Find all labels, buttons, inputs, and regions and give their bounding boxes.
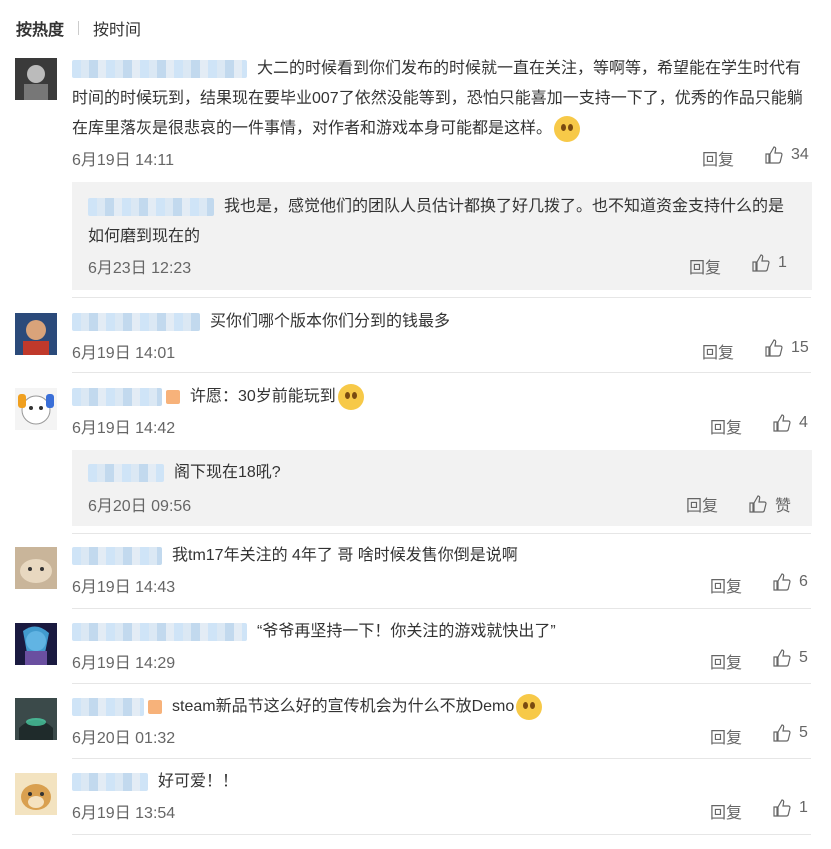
like-count: 4 — [799, 414, 808, 431]
comment-text: 好可爱！！ — [158, 773, 239, 790]
username-blurred[interactable] — [72, 622, 247, 641]
like-count: 6 — [799, 573, 808, 590]
thumbs-up-icon — [773, 724, 791, 742]
comment-text: 许愿：30岁前能玩到 — [190, 388, 336, 405]
avatar[interactable] — [15, 388, 57, 430]
reply-button[interactable]: 回复 — [710, 724, 742, 748]
like-button[interactable]: 1 — [752, 254, 787, 272]
avatar[interactable] — [15, 547, 57, 589]
like-count: 1 — [778, 254, 787, 271]
reply-button[interactable]: 回复 — [686, 492, 718, 516]
comment-item: 我tm17年关注的 4年了 哥 啥时候发售你倒是说啊 6月19日 14:43 回… — [0, 541, 831, 601]
comment-text: 我tm17年关注的 4年了 哥 啥时候发售你倒是说啊 — [172, 547, 518, 564]
like-count: 15 — [791, 339, 809, 356]
divider — [72, 297, 811, 298]
like-button[interactable]: 15 — [765, 339, 809, 357]
sub-reply: 我也是，感觉他们的团队人员估计都换了好几拨了。也不知道资金支持什么的是如何磨到现… — [72, 182, 812, 290]
reply-time: 6月20日 09:56 — [88, 498, 192, 515]
comment-body: 大二的时候看到你们发布的时候就一直在关注，等啊等，希望能在学生时代有时间的时候玩… — [72, 54, 811, 144]
like-count: 5 — [799, 724, 808, 741]
pleading-emoji-icon — [337, 383, 364, 410]
sort-by-hot-tab[interactable]: 按热度 — [16, 16, 64, 40]
reply-button[interactable]: 回复 — [702, 146, 734, 170]
username-blurred[interactable] — [72, 697, 144, 716]
comment-item: 许愿：30岁前能玩到 6月19日 14:42 回复 4 — [0, 382, 831, 442]
comment-time: 6月20日 01:32 — [72, 730, 176, 747]
thumbs-up-icon — [773, 414, 791, 432]
comment-item: 大二的时候看到你们发布的时候就一直在关注，等啊等，希望能在学生时代有时间的时候玩… — [0, 54, 831, 174]
reply-button[interactable]: 回复 — [710, 649, 742, 673]
like-count: 34 — [791, 146, 809, 163]
comment-time: 6月19日 14:01 — [72, 345, 176, 362]
divider — [72, 533, 811, 534]
username-blurred[interactable] — [72, 387, 162, 406]
thumbs-up-icon — [773, 573, 791, 591]
avatar[interactable] — [15, 698, 57, 740]
divider — [72, 372, 811, 373]
reply-button[interactable]: 回复 — [702, 339, 734, 363]
username-blurred[interactable] — [72, 546, 162, 565]
reply-time: 6月23日 12:23 — [88, 260, 192, 277]
comment-time: 6月19日 14:29 — [72, 655, 176, 672]
badge-blurred — [148, 699, 162, 714]
comment-time: 6月19日 14:11 — [72, 152, 174, 169]
like-button[interactable]: 5 — [773, 649, 808, 667]
divider — [72, 683, 811, 684]
thumbs-up-icon — [752, 254, 770, 272]
comment-time: 6月19日 13:54 — [72, 805, 176, 822]
like-button[interactable]: 5 — [773, 724, 808, 742]
comment-text: 买你们哪个版本你们分到的钱最多 — [210, 313, 451, 330]
username-blurred[interactable] — [72, 312, 200, 331]
like-button[interactable]: 34 — [765, 146, 809, 164]
reply-button[interactable]: 回复 — [710, 799, 742, 823]
avatar[interactable] — [15, 313, 57, 355]
comment-text: steam新品节这么好的宣传机会为什么不放Demo — [172, 698, 515, 715]
comment-item: 买你们哪个版本你们分到的钱最多 6月19日 14:01 回复 15 — [0, 307, 831, 367]
smile-emoji-icon — [554, 115, 581, 142]
username-blurred[interactable] — [88, 463, 164, 482]
comment-item: steam新品节这么好的宣传机会为什么不放Demo 6月20日 01:32 回复… — [0, 692, 831, 752]
like-label: 赞 — [775, 498, 792, 515]
username-blurred[interactable] — [72, 772, 148, 791]
thumbs-up-icon — [773, 649, 791, 667]
username-blurred[interactable] — [72, 59, 247, 78]
like-count: 5 — [799, 649, 808, 666]
avatar[interactable] — [15, 773, 57, 815]
sub-reply: 阁下现在18吼? 6月20日 09:56 回复 赞 — [72, 450, 812, 526]
sort-bar: 按热度 按时间 — [16, 14, 141, 42]
divider — [72, 608, 811, 609]
username-blurred[interactable] — [88, 197, 214, 216]
like-button[interactable]: 6 — [773, 573, 808, 591]
comment-item: “爷爷再坚持一下！你关注的游戏就快出了” 6月19日 14:29 回复 5 — [0, 617, 831, 677]
like-button[interactable]: 1 — [773, 799, 808, 817]
sort-by-time-tab[interactable]: 按时间 — [93, 16, 141, 40]
reply-button[interactable]: 回复 — [710, 414, 742, 438]
comment-item: 好可爱！！ 6月19日 13:54 回复 1 — [0, 767, 831, 827]
reply-button[interactable]: 回复 — [689, 254, 721, 278]
badge-blurred — [166, 389, 180, 404]
thumbs-up-icon — [749, 495, 767, 513]
divider — [72, 758, 811, 759]
comment-text: “爷爷再坚持一下！你关注的游戏就快出了” — [257, 623, 556, 640]
comment-time: 6月19日 14:43 — [72, 579, 176, 596]
like-button[interactable]: 4 — [773, 414, 808, 432]
comment-time: 6月19日 14:42 — [72, 420, 176, 437]
thumbs-up-icon — [765, 339, 783, 357]
thumbs-up-icon — [765, 146, 783, 164]
avatar[interactable] — [15, 623, 57, 665]
like-count: 1 — [799, 799, 808, 816]
confused-emoji-icon — [516, 693, 543, 720]
reply-text: 阁下现在18吼? — [174, 464, 281, 481]
divider — [72, 834, 811, 835]
avatar[interactable] — [15, 58, 57, 100]
thumbs-up-icon — [773, 799, 791, 817]
reply-button[interactable]: 回复 — [710, 573, 742, 597]
like-button[interactable]: 赞 — [749, 492, 791, 516]
sort-divider — [78, 21, 80, 35]
